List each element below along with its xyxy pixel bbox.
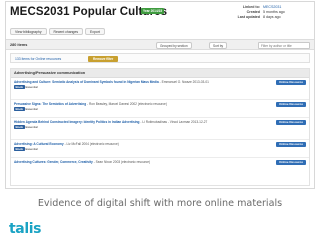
- recent-changes-button[interactable]: Recent changes: [48, 28, 84, 35]
- item-citation: Advertising and Culture: Semiotic Analys…: [14, 80, 269, 90]
- remove-filter-button[interactable]: Remove filter: [88, 56, 119, 62]
- item-details: - Sean Nixon 2003 (electronic resource): [92, 160, 151, 164]
- book-tag: Book: [14, 147, 25, 152]
- book-tag: Book: [14, 125, 25, 130]
- item-citation: Advertising Cultures: Gender, Commerce, …: [14, 160, 269, 164]
- list-meta: Linked to: MECS2031 Created 5 months ago…: [219, 5, 311, 20]
- slide-caption: Evidence of digital shift with more onli…: [37, 198, 283, 209]
- filter-notice: 133 items for Online resources Remove fi…: [10, 53, 310, 63]
- essential-label: Essential: [25, 85, 38, 90]
- book-tag: Book: [14, 85, 25, 90]
- meta-row-updated: Last updated 8 days ago: [219, 15, 311, 20]
- online-resource-button[interactable]: Online Resource: [276, 142, 306, 147]
- item-importance: Book Essential: [14, 147, 38, 152]
- essential-label: Essential: [25, 107, 38, 112]
- list-item[interactable]: Persuasive Signs: The Semiotics of Adver…: [11, 100, 309, 118]
- item-importance: Book Essential: [14, 85, 38, 90]
- item-title-link[interactable]: Advertising: A Cultural Economy: [14, 142, 64, 146]
- online-resource-button[interactable]: Online Resource: [276, 102, 306, 107]
- list-header: MECS2031 Popular Cultures Year 2014/15 L…: [6, 2, 314, 38]
- list-controls-bar: 280 items Grouped by section Sort by: [6, 39, 314, 50]
- item-details: - Emmanuel O. Nwaze 2013-03-01: [158, 80, 209, 84]
- item-importance: Book Essential: [14, 125, 38, 130]
- online-resource-button[interactable]: Online Resource: [276, 120, 306, 125]
- item-title-link[interactable]: Advertising Cultures: Gender, Commerce, …: [14, 160, 93, 164]
- item-details: - Li Rotimubadinas - Vinod Laxman 2013-1…: [139, 120, 208, 124]
- list-item[interactable]: Hidden Agenda Behind Constructed Imagery…: [11, 118, 309, 140]
- essential-label: Essential: [25, 125, 38, 130]
- essential-label: Essential: [25, 147, 38, 152]
- online-resource-button[interactable]: Online Resource: [276, 80, 306, 85]
- item-title-link[interactable]: Persuasive Signs: The Semiotics of Adver…: [14, 102, 86, 106]
- talis-logo: talis: [9, 221, 42, 237]
- item-count: 280 items: [10, 43, 28, 47]
- list-section: Advertising/Persuasive communication Adv…: [10, 68, 310, 186]
- section-heading: Advertising/Persuasive communication: [11, 69, 309, 78]
- meta-value: 8 days ago: [263, 15, 281, 19]
- meta-key: Last updated: [237, 15, 260, 19]
- item-citation: Advertising: A Cultural Economy - Liz Mc…: [14, 142, 269, 152]
- item-details: - Liz McFall 2004 (electronic resource): [63, 142, 119, 146]
- item-citation: Persuasive Signs: The Semiotics of Adver…: [14, 102, 269, 112]
- list-toolbar: View bibliography Recent changes Export: [10, 28, 105, 35]
- list-item[interactable]: Advertising and Culture: Semiotic Analys…: [11, 78, 309, 100]
- reading-list-screenshot: MECS2031 Popular Cultures Year 2014/15 L…: [5, 1, 315, 189]
- group-by-select[interactable]: Grouped by section: [156, 42, 192, 49]
- item-details: - Ron Beasley, Marcel Danesi 2002 (elect…: [86, 102, 167, 106]
- filter-notice-text: 133 items for Online resources: [15, 57, 62, 61]
- item-title-link[interactable]: Advertising and Culture: Semiotic Analys…: [14, 80, 159, 84]
- filter-input[interactable]: [258, 42, 310, 49]
- item-title-link[interactable]: Hidden Agenda Behind Constructed Imagery…: [14, 120, 140, 124]
- view-bibliography-button[interactable]: View bibliography: [10, 28, 47, 35]
- item-citation: Hidden Agenda Behind Constructed Imagery…: [14, 120, 269, 130]
- online-resource-button[interactable]: Online Resource: [276, 160, 306, 165]
- export-button[interactable]: Export: [85, 28, 105, 35]
- list-item[interactable]: Advertising Cultures: Gender, Commerce, …: [11, 158, 309, 172]
- sort-by-select[interactable]: Sort by: [209, 42, 228, 49]
- year-badge: Year 2014/15: [141, 8, 165, 14]
- list-item[interactable]: Advertising: A Cultural Economy - Liz Mc…: [11, 140, 309, 158]
- book-tag: Book: [14, 107, 25, 112]
- item-importance: Book Essential: [14, 107, 38, 112]
